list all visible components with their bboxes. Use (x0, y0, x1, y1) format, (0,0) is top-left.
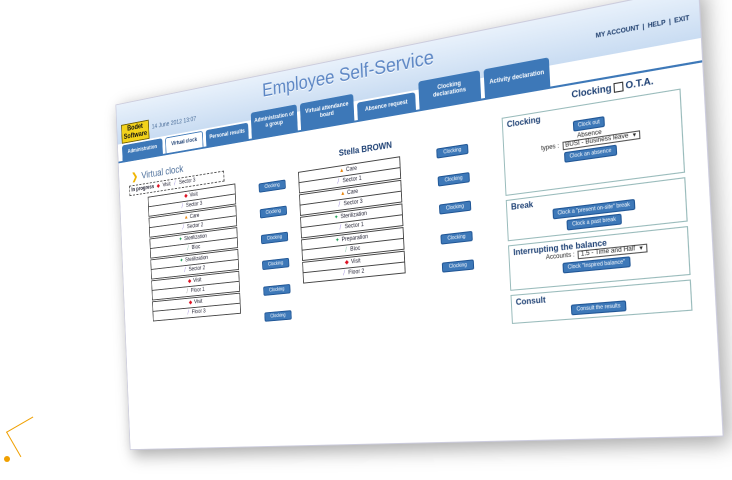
tab-virtual-clock[interactable]: Virtual clock (165, 130, 204, 154)
row-label: Visit (194, 299, 203, 306)
status-sector: Sector 3 (179, 177, 196, 186)
clocking-button-left-5[interactable]: Clocking (263, 283, 291, 296)
clocking-button-right-5[interactable]: Clocking (441, 259, 475, 273)
top-links: MY ACCOUNT | HELP | EXIT (593, 15, 694, 41)
row-label: Care (345, 165, 358, 174)
sector-icon: ⧸ (182, 225, 185, 231)
row-label: Sterilization (340, 210, 368, 221)
bloc-icon: ⧸ (345, 247, 348, 254)
row-label: Sector 2 (186, 222, 204, 231)
row-label: Floor 1 (190, 287, 205, 294)
visit-icon: ◆ (188, 300, 193, 306)
row-label: Sterilization (184, 233, 208, 243)
sector-icon: ⧸ (338, 202, 341, 208)
sector-icon: ⧸ (337, 179, 340, 186)
ota-clocking-label: Clocking (571, 82, 612, 100)
person-name: Stella BROWN (338, 139, 393, 158)
screenshot-stage: Bodet Software 14 June 2012 13:07 Employ… (0, 0, 732, 480)
row-label: Care (346, 188, 359, 197)
visit-icon: ◆ (156, 183, 161, 190)
clocking-button-right-1[interactable]: Clocking (436, 143, 469, 159)
status-label: In progress (131, 184, 155, 194)
clocking-button-left-3[interactable]: Clocking (260, 231, 289, 245)
dropdown-arrow-icon: ▼ (638, 245, 645, 253)
exit-link[interactable]: EXIT (671, 15, 693, 26)
row-label: Sector 3 (185, 201, 203, 209)
help-link[interactable]: HELP (644, 19, 669, 30)
status-visit: Visit (162, 181, 171, 189)
sector-icon: ⧸ (174, 181, 176, 187)
chevron-right-icon: ❯ (131, 171, 139, 183)
tab-administration[interactable]: Administration (121, 138, 163, 161)
row-label: Visit (189, 191, 198, 199)
sterilization-icon: ✦ (334, 214, 339, 222)
row-label: Sterilization (185, 255, 209, 264)
row-label: Sector 3 (343, 198, 363, 208)
clocking-button-left-2[interactable]: Clocking (259, 205, 288, 219)
visit-icon: ◆ (184, 193, 188, 200)
care-icon: ▲ (340, 190, 346, 198)
current-date: 14 June 2012 13:07 (151, 115, 197, 131)
consult-results-button[interactable]: Consult the results (571, 300, 627, 316)
sector-icon: ⧸ (187, 310, 190, 316)
row-label: Care (189, 213, 200, 220)
row-label: Bloc (191, 244, 201, 251)
clocking-button-left-1[interactable]: Clocking (258, 179, 286, 193)
sterilization-icon: ✦ (179, 258, 184, 264)
sector-icon: ⧸ (343, 270, 346, 277)
row-label: Sector 1 (342, 175, 362, 185)
clocking-button-right-2[interactable]: Clocking (437, 172, 470, 187)
row-label: Preparation (341, 234, 369, 244)
row-label: Floor 3 (191, 308, 206, 316)
decorative-dot (4, 456, 10, 462)
tab-personal-results[interactable]: Personal results (205, 122, 249, 147)
clocking-button-right-4[interactable]: Clocking (440, 230, 473, 245)
care-icon: ▲ (339, 167, 345, 175)
ota-label: O.T.A. (625, 75, 654, 91)
floor-icon: ⧸ (186, 288, 189, 295)
row-label: Visit (350, 258, 361, 266)
row-label: Bloc (350, 245, 361, 253)
clocking-button-left-6[interactable]: Clocking (264, 310, 292, 322)
clocking-button-left-4[interactable]: Clocking (262, 257, 290, 271)
sector-icon: ⧸ (181, 203, 184, 210)
visit-icon: ◆ (187, 278, 192, 285)
care-icon: ▲ (183, 214, 189, 221)
clocking-button-right-3[interactable]: Clocking (438, 200, 472, 215)
sterilization-icon: ✦ (178, 236, 183, 243)
sector-icon: ⧸ (339, 224, 342, 231)
row-label: Visit (193, 277, 202, 284)
bloc-icon: ⧸ (187, 245, 189, 252)
types-label: types : (540, 143, 560, 153)
row-label: Sector 2 (188, 265, 206, 273)
dropdown-arrow-icon: ▼ (631, 131, 638, 140)
sterilization-icon: ✦ (335, 237, 340, 244)
app-window: Bodet Software 14 June 2012 13:07 Employ… (115, 0, 724, 451)
sector-icon: ⧸ (184, 267, 186, 274)
ota-checkbox[interactable] (613, 81, 624, 93)
row-label: Floor 2 (348, 268, 365, 277)
decorative-line (6, 416, 48, 458)
row-label: Sector 1 (344, 222, 364, 231)
visit-icon: ◆ (344, 259, 349, 266)
my-account-link[interactable]: MY ACCOUNT (593, 24, 643, 40)
